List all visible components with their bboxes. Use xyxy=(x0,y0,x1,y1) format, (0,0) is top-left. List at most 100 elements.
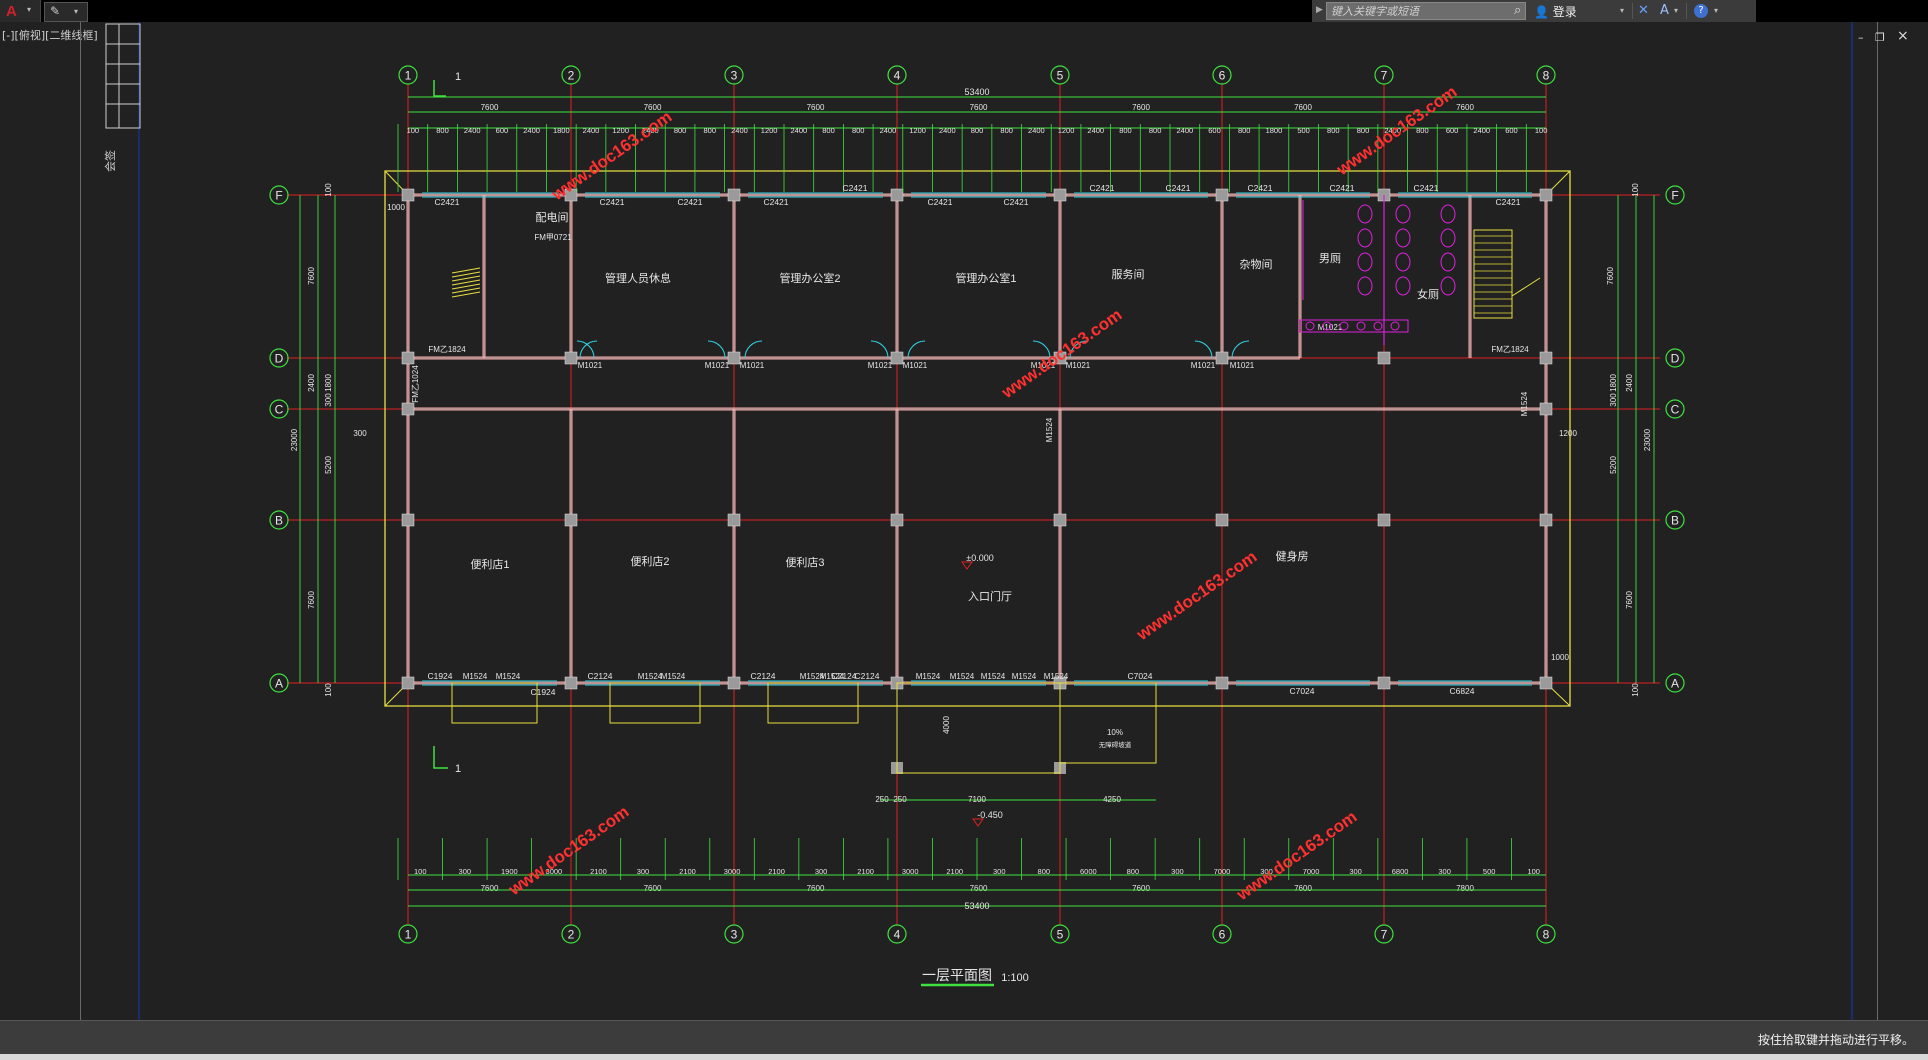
door-label: M1021 xyxy=(740,361,765,370)
structural-column xyxy=(1053,188,1067,202)
structural-column xyxy=(890,513,904,527)
toilet-fixture xyxy=(1395,252,1411,272)
structural-column xyxy=(1215,513,1229,527)
door-swing xyxy=(1231,340,1250,359)
window-label: C7024 xyxy=(1289,686,1314,696)
axis-label-6: 6 xyxy=(1219,928,1226,942)
window-label: C2421 xyxy=(1495,197,1520,207)
sink-bowl xyxy=(1305,321,1315,331)
dim-detail: 2400 xyxy=(1028,126,1045,135)
dim-detail: 500 xyxy=(1483,867,1496,876)
structural-column xyxy=(564,351,578,365)
toilet-fixture xyxy=(1440,228,1456,248)
stair-tread xyxy=(451,267,481,274)
window-label: C7024 xyxy=(1127,671,1152,681)
axis-label-6: 6 xyxy=(1219,69,1226,83)
stair-tread xyxy=(451,287,481,294)
window-label: C2421 xyxy=(1003,197,1028,207)
room-label: 管理人员休息 xyxy=(605,271,671,285)
window-label: C2421 xyxy=(677,197,702,207)
dim-detail: 6800 xyxy=(1392,867,1409,876)
dim-misc: 300 xyxy=(353,429,367,438)
structural-column xyxy=(1377,513,1391,527)
window-label: C2124 xyxy=(854,671,879,681)
dim-detail: 300 xyxy=(815,867,828,876)
window-label: C2421 xyxy=(927,197,952,207)
structural-column xyxy=(1215,676,1229,690)
dim-detail: 2100 xyxy=(679,867,696,876)
dim-detail: 100 xyxy=(414,867,427,876)
dim-detail: 1200 xyxy=(1058,126,1075,135)
structural-column xyxy=(1539,188,1553,202)
dim-detail: 800 xyxy=(1238,126,1251,135)
axis-label-F: F xyxy=(1671,189,1678,203)
dim-left: 1800 xyxy=(324,374,333,392)
dim-detail: 800 xyxy=(1327,126,1340,135)
dim-right: 300 xyxy=(1609,393,1618,407)
dim-bay-width: 7600 xyxy=(1294,103,1312,112)
door-label: M1524 xyxy=(1044,672,1069,681)
drawing-title: 一层平面图 xyxy=(922,967,992,983)
watermark-text: www.doc163.com xyxy=(547,107,675,205)
axis-label-A: A xyxy=(1671,677,1679,691)
ramp-outline xyxy=(1059,682,1157,764)
dim-detail: 600 xyxy=(496,126,509,135)
stair-tread xyxy=(451,291,481,298)
axis-label-3: 3 xyxy=(731,928,738,942)
dim-right: 7600 xyxy=(1606,267,1615,285)
dim-detail: 1200 xyxy=(761,126,778,135)
dim-detail: 800 xyxy=(436,126,449,135)
window-label: C2421 xyxy=(599,197,624,207)
axis-label-7: 7 xyxy=(1381,928,1388,942)
dim-bay-width: 7600 xyxy=(1132,884,1150,893)
dim-misc: 1000 xyxy=(1551,653,1569,662)
dim-detail: 300 xyxy=(637,867,650,876)
toilet-fixture xyxy=(1357,204,1373,224)
dim-left: 100 xyxy=(324,683,333,697)
dim-detail: 800 xyxy=(1119,126,1132,135)
room-label: 女厕 xyxy=(1417,287,1439,301)
dim-detail: 100 xyxy=(1535,126,1548,135)
door-swing xyxy=(576,340,595,359)
door-label: M1021 xyxy=(1066,361,1091,370)
section-mark xyxy=(433,80,446,97)
axis-label-F: F xyxy=(275,189,282,203)
dim-detail: 800 xyxy=(1038,867,1051,876)
dim-detail: 500 xyxy=(1297,126,1310,135)
axis-label-5: 5 xyxy=(1057,69,1064,83)
structural-column xyxy=(1215,351,1229,365)
dim-bay-width: 7600 xyxy=(1132,103,1150,112)
axis-label-C: C xyxy=(1671,403,1680,417)
door-label: FM乙1024 xyxy=(411,365,420,403)
window-label: C6824 xyxy=(1449,686,1474,696)
entrance-bay xyxy=(767,682,859,724)
dim-detail: 600 xyxy=(1208,126,1221,135)
structural-column xyxy=(727,676,741,690)
dim-detail: 2400 xyxy=(731,126,748,135)
dim-left: 2400 xyxy=(307,374,316,392)
structural-column xyxy=(1539,402,1553,416)
dim-bay-width: 7600 xyxy=(807,884,825,893)
entrance-bay xyxy=(451,682,538,724)
dim-right: 23000 xyxy=(1643,428,1652,451)
door-label: M1524 xyxy=(820,672,845,681)
toilet-fixture xyxy=(1440,204,1456,224)
dim-misc: 7100 xyxy=(968,795,986,804)
room-label: 男厕 xyxy=(1319,252,1341,265)
dim-left: 23000 xyxy=(290,428,299,451)
dim-misc: 4000 xyxy=(942,716,951,734)
dim-left: 300 xyxy=(324,393,333,407)
door-label: M1021 xyxy=(705,361,730,370)
dim-detail: 800 xyxy=(1127,867,1140,876)
dim-bay-width: 7600 xyxy=(807,103,825,112)
dim-detail: 800 xyxy=(1149,126,1162,135)
door-label: M1021 xyxy=(1230,361,1255,370)
door-label: FM乙1824 xyxy=(428,345,466,354)
door-label: M1524 xyxy=(1520,391,1529,416)
entrance-platform xyxy=(896,682,1061,774)
axis-label-4: 4 xyxy=(894,69,901,83)
structural-column xyxy=(890,188,904,202)
room-label: 杂物间 xyxy=(1240,257,1273,271)
sink-bowl xyxy=(1390,321,1400,331)
window-label: C2421 xyxy=(1413,183,1438,193)
